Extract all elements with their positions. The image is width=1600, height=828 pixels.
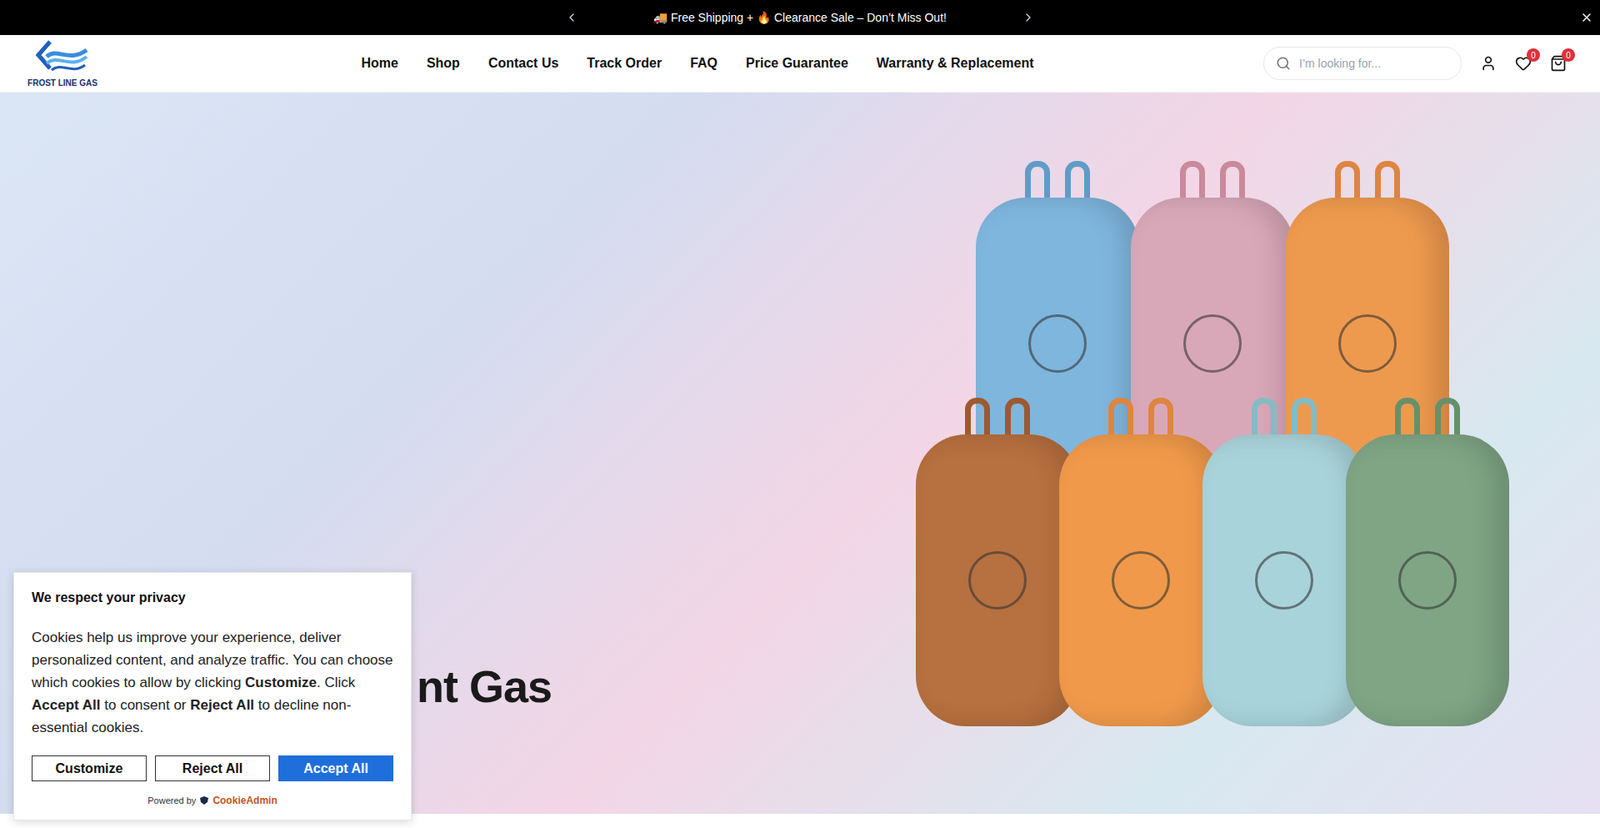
chevron-right-icon[interactable] xyxy=(1021,10,1035,25)
hero-title: nt Gas xyxy=(416,652,967,720)
cookieadmin-logo-icon xyxy=(199,795,210,805)
cookie-button[interactable]: Accept All xyxy=(278,755,394,781)
close-icon[interactable] xyxy=(1580,10,1594,25)
nav-link[interactable]: FAQ xyxy=(690,53,718,74)
wishlist-badge: 0 xyxy=(1526,48,1540,62)
cylinder xyxy=(915,397,1080,726)
nav-link[interactable]: Home xyxy=(360,53,398,74)
cookie-button[interactable]: Reject All xyxy=(155,755,270,781)
cart-badge: 0 xyxy=(1561,48,1575,62)
logo-text: FROST LINE GAS xyxy=(27,76,98,90)
announcement-bar: 🚚 Free Shipping + 🔥 Clearance Sale – Don… xyxy=(0,0,1600,35)
cookie-title: We respect your privacy xyxy=(31,587,394,608)
cylinder xyxy=(1345,397,1510,726)
main-nav: Home Shop Contact Us Track Order FAQ Price Gu… xyxy=(98,53,1264,74)
header: FROST LINE GAS Home Shop Contact Us Track Or… xyxy=(0,35,1600,93)
account-icon[interactable] xyxy=(1480,55,1497,72)
wishlist-button[interactable]: 0 xyxy=(1515,55,1532,72)
cookie-body: Cookies help us improve your experience,… xyxy=(31,625,394,739)
nav-link[interactable]: Warranty & Replacement xyxy=(876,53,1035,74)
cookie-button[interactable]: Customize xyxy=(31,755,147,781)
hero-image xyxy=(966,92,1600,814)
cookie-banner: We respect your privacy Cookies help us i… xyxy=(13,571,412,820)
search-icon xyxy=(1275,55,1291,71)
nav-link[interactable]: Shop xyxy=(426,53,460,74)
page: 🚚 Free Shipping + 🔥 Clearance Sale – Don… xyxy=(0,0,1600,828)
cylinder xyxy=(1059,397,1223,726)
search-field[interactable]: I’m looking for... xyxy=(1263,46,1462,80)
powered-by: Powered byCookieAdmin xyxy=(31,792,394,808)
cylinder xyxy=(1202,397,1366,726)
announcement-text: 🚚 Free Shipping + 🔥 Clearance Sale – Don… xyxy=(653,9,947,27)
logo-icon xyxy=(35,38,90,77)
logo[interactable]: FROST LINE GAS xyxy=(26,38,99,90)
nav-link[interactable]: Track Order xyxy=(586,53,662,74)
chevron-left-icon[interactable] xyxy=(565,10,579,25)
nav-link[interactable]: Contact Us xyxy=(488,53,559,74)
nav-link[interactable]: Price Guarantee xyxy=(745,53,849,74)
cart-button[interactable]: 0 xyxy=(1550,55,1567,72)
